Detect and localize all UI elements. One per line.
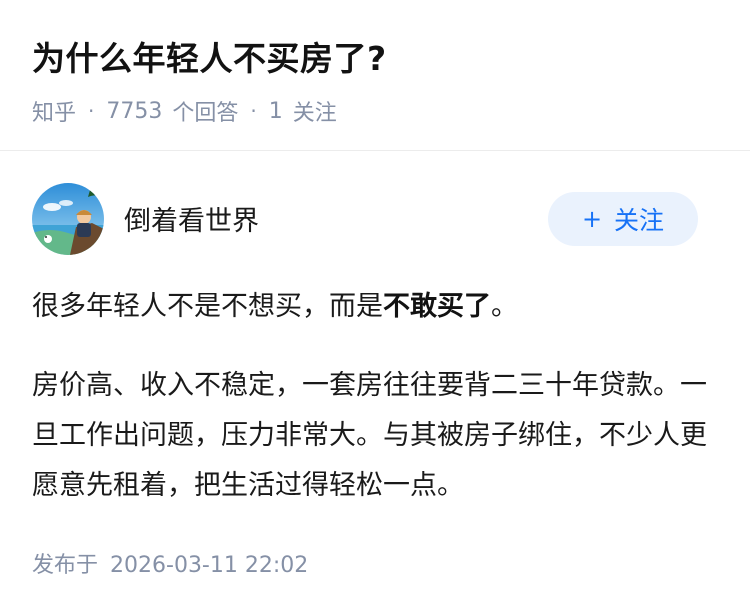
meta-separator: ·	[88, 99, 95, 123]
follower-count-label: 关注	[292, 101, 337, 126]
answer-paragraph: 房价高、收入不稳定，一套房往往要背二三十年贷款。一旦工作出问题，压力非常大。与其…	[32, 370, 707, 501]
answer-paragraph: 很多年轻人不是不想买，而是不敢买了。	[32, 282, 722, 332]
publish-info: 发布于 2026-03-11 22:02	[32, 547, 308, 579]
author-row: 倒着看世界 + 关注	[0, 183, 750, 258]
answer-count: 7753	[106, 98, 163, 124]
published-time: 2026-03-11 22:02	[110, 553, 309, 578]
question-meta: 知乎 · 7753 个回答 · 1 关注	[32, 95, 337, 127]
answer-text: 很多年轻人不是不想买，而是	[32, 291, 383, 322]
follow-button-label: 关注	[614, 206, 665, 235]
answer-emphasis: 不敢买了	[383, 291, 491, 322]
answer-count-label: 个回答	[172, 101, 239, 126]
source-label[interactable]: 知乎	[32, 95, 76, 127]
meta-separator: ·	[250, 99, 257, 123]
question-title[interactable]: 为什么年轻人不买房了?	[32, 32, 387, 80]
avatar[interactable]	[32, 183, 104, 255]
question-header: 为什么年轻人不买房了? 知乎 · 7753 个回答 · 1 关注	[0, 0, 750, 151]
answer-text: 。	[491, 291, 518, 322]
plus-icon: +	[581, 205, 603, 233]
published-label: 发布于	[32, 553, 99, 578]
answer-content: 很多年轻人不是不想买，而是不敢买了。 房价高、收入不稳定，一套房往往要背二三十年…	[32, 282, 722, 511]
follower-count: 1	[268, 98, 283, 124]
follow-button[interactable]: + 关注	[548, 192, 698, 246]
author-name[interactable]: 倒着看世界	[124, 199, 259, 238]
